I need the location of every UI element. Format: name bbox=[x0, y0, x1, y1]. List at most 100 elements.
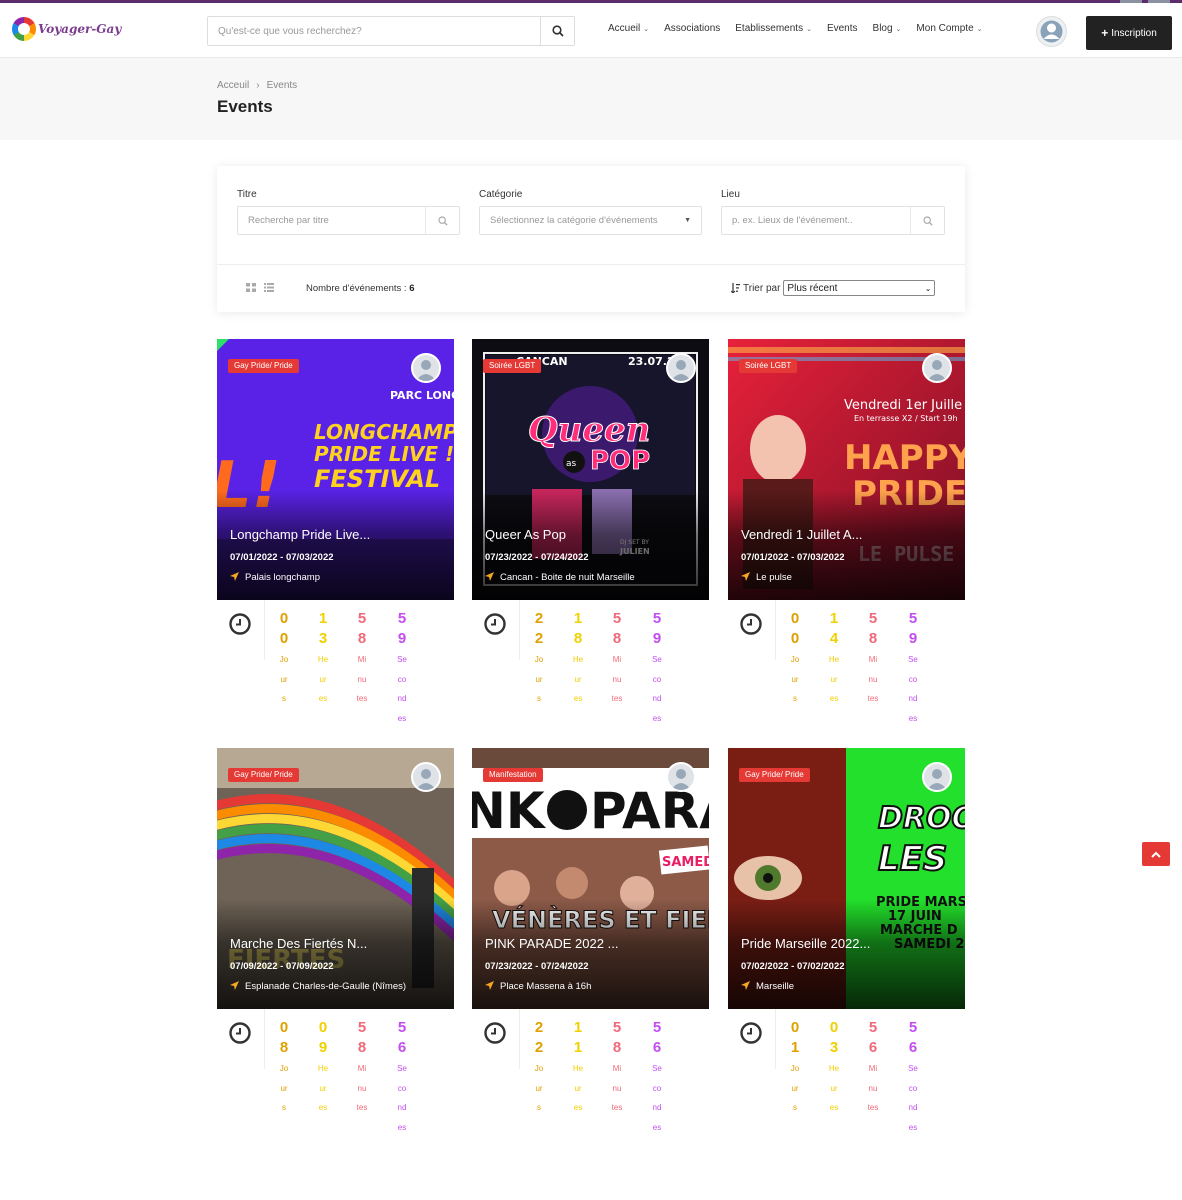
title-search-input[interactable] bbox=[238, 207, 425, 234]
event-title[interactable]: Vendredi 1 Juillet A... bbox=[741, 527, 862, 542]
event-location: Cancan - Boite de nuit Marseille bbox=[485, 572, 635, 583]
organizer-avatar[interactable] bbox=[411, 353, 441, 383]
chevron-down-icon: ⌄ bbox=[976, 25, 983, 33]
countdown-days: 22 Jours bbox=[529, 1018, 549, 1118]
nav-item-associations[interactable]: Associations bbox=[664, 23, 720, 34]
clock-icon bbox=[484, 613, 506, 635]
event-card[interactable]: NK PARA SAMED VÉNÈRES ET FIER.E.S Manife… bbox=[472, 748, 709, 1144]
category-badge[interactable]: Gay Pride/ Pride bbox=[228, 359, 299, 373]
countdown-minutes-value: 58 bbox=[612, 610, 622, 647]
list-view-icon[interactable] bbox=[264, 283, 274, 292]
category-badge[interactable]: Soirée LGBT bbox=[739, 359, 798, 373]
grid-view-icon[interactable] bbox=[246, 283, 256, 292]
category-badge[interactable]: Gay Pride/ Pride bbox=[228, 768, 299, 782]
user-avatar[interactable] bbox=[1036, 16, 1067, 47]
site-logo[interactable]: Voyager-Gay bbox=[12, 17, 121, 41]
event-title[interactable]: Queer As Pop bbox=[485, 527, 566, 542]
location-arrow-icon bbox=[741, 572, 750, 581]
event-image[interactable]: CANCAN 23.07.22 Queen as POP DJ SET BY J… bbox=[472, 339, 709, 600]
category-badge[interactable]: Manifestation bbox=[483, 768, 543, 782]
event-card[interactable]: DROOI LES PRIDE MARS 17 JUIN MARCHE D SA… bbox=[728, 748, 965, 1144]
event-location: Le pulse bbox=[741, 572, 792, 583]
category-select-value: Sélectionnez la catégorie d'événements bbox=[490, 215, 658, 226]
user-icon bbox=[927, 360, 947, 381]
countdown-seconds: 59 Secondes bbox=[647, 609, 667, 728]
countdown-hours: 11 Heures bbox=[568, 1018, 588, 1118]
nav-item-accueil[interactable]: Accueil ⌄ bbox=[608, 23, 649, 34]
event-image[interactable]: Vendredi 1er Juille En terrasse X2 / Sta… bbox=[728, 339, 965, 600]
organizer-avatar[interactable] bbox=[411, 762, 441, 792]
svg-text:En terrasse X2 / Start 19h: En terrasse X2 / Start 19h bbox=[854, 414, 958, 423]
organizer-avatar[interactable] bbox=[666, 762, 696, 792]
countdown-days-value: 08 bbox=[279, 1019, 289, 1056]
countdown-divider bbox=[775, 600, 776, 660]
sort-label: Trier par bbox=[743, 282, 781, 294]
event-location-text: Place Massena à 16h bbox=[500, 981, 592, 992]
category-select[interactable]: Sélectionnez la catégorie d'événements ▼ bbox=[479, 206, 702, 235]
countdown-minutes-value: 56 bbox=[868, 1019, 878, 1056]
countdown-days-value: 22 bbox=[534, 1019, 544, 1056]
organizer-avatar[interactable] bbox=[922, 353, 952, 383]
nav-item-events[interactable]: Events bbox=[827, 23, 858, 34]
breadcrumb-home[interactable]: Acceuil bbox=[217, 80, 249, 91]
countdown-seconds-label: Secondes bbox=[397, 655, 407, 723]
countdown-minutes: 58 Minutes bbox=[352, 1018, 372, 1118]
search-icon bbox=[437, 215, 448, 226]
location-arrow-icon bbox=[741, 981, 750, 990]
title-search-button[interactable] bbox=[425, 207, 459, 234]
countdown-minutes: 58 Minutes bbox=[607, 1018, 627, 1118]
event-dates: 07/09/2022 - 07/09/2022 bbox=[230, 961, 334, 972]
countdown-days-value: 00 bbox=[790, 610, 800, 647]
organizer-avatar[interactable] bbox=[922, 762, 952, 792]
user-icon bbox=[416, 360, 436, 381]
countdown-seconds-value: 59 bbox=[652, 610, 662, 647]
countdown-hours: 14 Heures bbox=[824, 609, 844, 709]
search-button[interactable] bbox=[540, 17, 574, 45]
countdown-divider bbox=[264, 1009, 265, 1069]
sort-select[interactable]: Plus récent ⌄ bbox=[783, 280, 936, 296]
event-card[interactable]: FIERTÉS Gay Pride/ Pride Marche Des Fier… bbox=[217, 748, 454, 1144]
location-search-button[interactable] bbox=[910, 207, 944, 234]
event-image[interactable]: FIERTÉS Gay Pride/ Pride Marche Des Fier… bbox=[217, 748, 454, 1009]
event-card[interactable]: Vendredi 1er Juille En terrasse X2 / Sta… bbox=[728, 339, 965, 735]
event-image[interactable]: DROOI LES PRIDE MARS 17 JUIN MARCHE D SA… bbox=[728, 748, 965, 1009]
event-card[interactable]: CANCAN 23.07.22 Queen as POP DJ SET BY J… bbox=[472, 339, 709, 735]
breadcrumb-current: Events bbox=[266, 80, 298, 91]
location-arrow-icon bbox=[230, 981, 239, 990]
countdown-seconds: 59 Secondes bbox=[392, 609, 412, 728]
event-card[interactable]: L! LONGCHAMP PRIDE LIVE ! FESTIVAL PARC … bbox=[217, 339, 454, 735]
category-badge[interactable]: Soirée LGBT bbox=[483, 359, 542, 373]
countdown-minutes: 58 Minutes bbox=[352, 609, 372, 709]
event-title[interactable]: PINK PARADE 2022 ... bbox=[485, 936, 618, 951]
signup-button[interactable]: + Inscription bbox=[1086, 16, 1172, 50]
countdown-seconds: 56 Secondes bbox=[903, 1018, 923, 1137]
chevron-down-icon: ⌄ bbox=[806, 25, 812, 33]
location-input[interactable] bbox=[722, 207, 910, 234]
category-badge[interactable]: Gay Pride/ Pride bbox=[739, 768, 810, 782]
countdown-days: 00 Jours bbox=[785, 609, 805, 709]
search-input[interactable] bbox=[208, 17, 540, 45]
nav-item-mon-compte[interactable]: Mon Compte ⌄ bbox=[916, 23, 982, 34]
event-image[interactable]: NK PARA SAMED VÉNÈRES ET FIER.E.S Manife… bbox=[472, 748, 709, 1009]
svg-text:PARA: PARA bbox=[590, 782, 709, 840]
event-countdown: 00 Jours 14 Heures 58 Minutes 59 Secondes bbox=[728, 600, 965, 735]
event-title[interactable]: Longchamp Pride Live... bbox=[230, 527, 370, 542]
event-title[interactable]: Pride Marseille 2022... bbox=[741, 936, 870, 951]
countdown-days: 00 Jours bbox=[274, 609, 294, 709]
event-location: Esplanade Charles-de-Gaulle (Nîmes) bbox=[230, 981, 406, 992]
sort-select-value: Plus récent bbox=[787, 282, 838, 294]
countdown-days: 08 Jours bbox=[274, 1018, 294, 1118]
event-title[interactable]: Marche Des Fiertés N... bbox=[230, 936, 367, 951]
countdown-seconds-value: 56 bbox=[908, 1019, 918, 1056]
image-overlay bbox=[472, 490, 709, 600]
event-image[interactable]: L! LONGCHAMP PRIDE LIVE ! FESTIVAL PARC … bbox=[217, 339, 454, 600]
logo-text: Voyager-Gay bbox=[38, 22, 122, 36]
nav-item-blog[interactable]: Blog ⌄ bbox=[873, 23, 902, 34]
nav-item-etablissements[interactable]: Etablissements ⌄ bbox=[735, 23, 812, 34]
back-to-top-button[interactable] bbox=[1142, 842, 1170, 866]
organizer-avatar[interactable] bbox=[666, 353, 696, 383]
main-nav: Accueil ⌄ Associations Etablissements ⌄ Ev… bbox=[608, 23, 983, 34]
countdown-days-value: 22 bbox=[534, 610, 544, 647]
user-icon bbox=[671, 360, 691, 381]
location-filter bbox=[721, 206, 945, 235]
